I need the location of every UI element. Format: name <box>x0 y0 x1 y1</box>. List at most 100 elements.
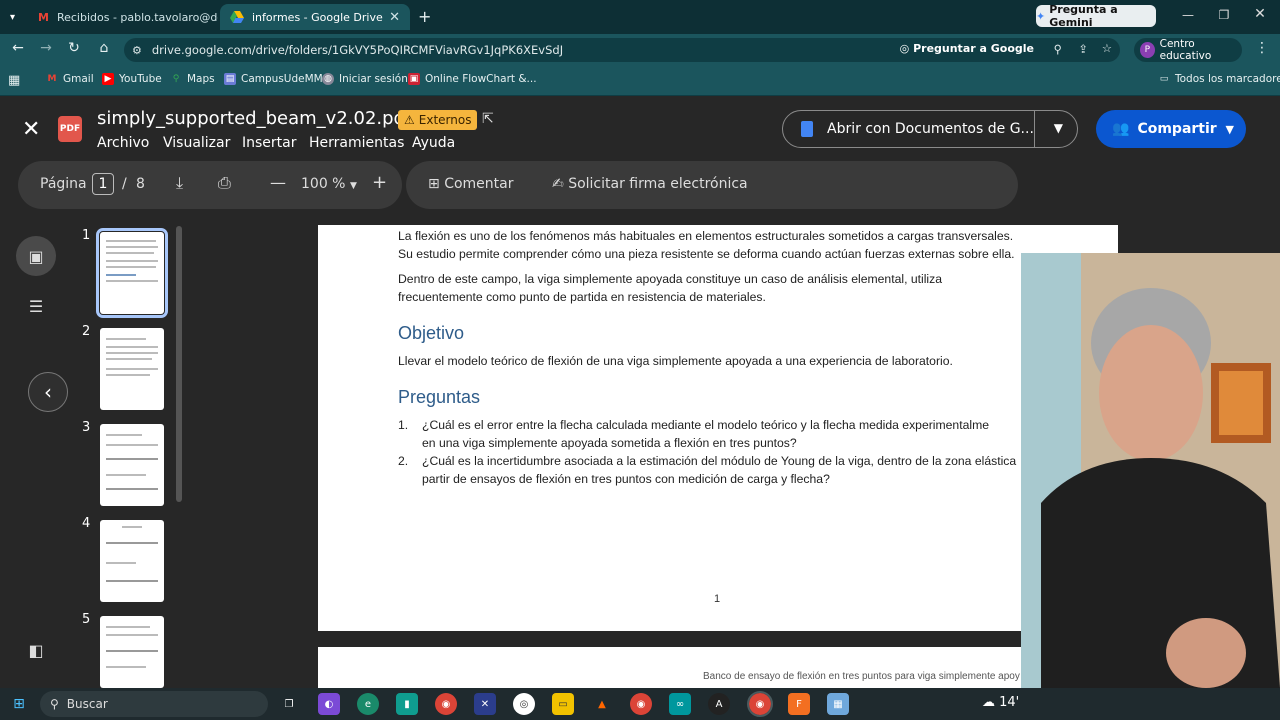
back-arrow-icon[interactable]: ← <box>8 40 28 56</box>
close-viewer-icon[interactable]: ✕ <box>22 117 40 142</box>
chrome-icon[interactable]: ◉ <box>435 693 457 715</box>
new-tab-button[interactable]: + <box>418 7 431 26</box>
restore-icon[interactable]: ❐ <box>1214 8 1234 22</box>
toggle-sidebar-icon[interactable]: ◧ <box>16 630 56 670</box>
bookmark-youtube[interactable]: ▶ YouTube <box>102 73 162 85</box>
bookmark-login[interactable]: ◍ Iniciar sesión <box>322 73 408 85</box>
install-icon[interactable]: ⇪ <box>1078 42 1088 56</box>
thumb-number: 1 <box>82 228 91 243</box>
tab-gmail[interactable]: M Recibidos - pablo.tavolaro@do ✕ <box>28 4 218 30</box>
pdf-page-1: La flexión es uno de los fenómenos más h… <box>318 225 1118 631</box>
menu-ayuda[interactable]: Ayuda <box>412 135 455 151</box>
all-bookmarks[interactable]: ▭ Todos los marcadores <box>1158 73 1280 85</box>
tab-label: informes - Google Drive <box>252 10 383 24</box>
address-bar[interactable]: ⚙ drive.google.com/drive/folders/1GkVY5P… <box>124 38 1120 62</box>
outline-view-icon[interactable]: ☰ <box>16 286 56 326</box>
chrome-icon[interactable]: ◉ <box>747 691 773 717</box>
paragraph-line: La flexión es uno de los fenómenos más h… <box>398 229 1014 243</box>
thumbnail-scrollbar[interactable] <box>176 226 182 502</box>
bookmark-gmail[interactable]: M Gmail <box>46 73 94 85</box>
page-header-text: Banco de ensayo de flexión en tres punto… <box>703 671 1020 682</box>
weather-widget[interactable]: ☁ 14' <box>982 695 1019 710</box>
menu-archivo[interactable]: Archivo <box>97 135 149 151</box>
app-icon[interactable]: ▦ <box>827 693 849 715</box>
print-icon[interactable]: ⎙ <box>218 173 231 193</box>
edge-icon[interactable]: e <box>357 693 379 715</box>
page-separator: / <box>122 176 127 192</box>
gemini-button[interactable]: ✦ Pregunta a Gemini <box>1036 3 1156 29</box>
page-thumbnail-4[interactable] <box>100 520 164 602</box>
comment-button[interactable]: ⊞ Comentar <box>428 176 513 192</box>
file-explorer-icon[interactable]: ▭ <box>552 693 574 715</box>
thumbnails-view-icon[interactable]: ▣ <box>16 236 56 276</box>
menu-insertar[interactable]: Insertar <box>242 135 297 151</box>
bookmark-star-icon[interactable]: ☆ <box>1102 41 1112 55</box>
docs-icon <box>801 121 813 137</box>
chrome-icon[interactable]: ◉ <box>630 693 652 715</box>
gmail-icon: M <box>47 74 57 84</box>
bookmark-flowchart[interactable]: ▣ Online FlowChart &... <box>408 73 537 85</box>
maps-pin-icon: ⚲ <box>172 74 180 84</box>
home-icon[interactable]: ⌂ <box>94 40 114 56</box>
chevron-down-icon[interactable]: ▼ <box>1226 123 1234 136</box>
apps-grid-icon[interactable]: ▦ <box>8 73 20 88</box>
app-icon[interactable]: ◎ <box>513 693 535 715</box>
lens-icon: ◎ <box>899 42 914 55</box>
bookmark-campus[interactable]: ▤ CampusUdeMM <box>224 73 323 85</box>
kebab-menu-icon[interactable]: ⋮ <box>1252 40 1272 56</box>
close-tab-icon[interactable]: ✕ <box>389 10 400 25</box>
close-window-icon[interactable]: ✕ <box>1250 6 1270 22</box>
forward-arrow-icon[interactable]: → <box>36 40 56 56</box>
list-item: 2. ¿Cuál es la incertidumbre asociada a l… <box>398 454 1017 486</box>
paragraph-line: Su estudio permite comprender cómo una p… <box>398 247 1015 261</box>
search-icon: ⚲ <box>50 697 59 711</box>
site-info-icon[interactable]: ⚙ <box>132 44 142 57</box>
page-thumbnail-1[interactable] <box>96 228 168 318</box>
download-icon[interactable]: ⤓ <box>176 173 183 193</box>
menu-herramientas[interactable]: Herramientas <box>309 135 404 151</box>
app-icon[interactable]: ✕ <box>474 693 496 715</box>
url-text: drive.google.com/drive/folders/1GkVY5PoQ… <box>151 43 564 57</box>
pdf-file-icon: PDF <box>58 116 82 142</box>
menu-visualizar[interactable]: Visualizar <box>163 135 230 151</box>
previous-file-button[interactable]: ‹ <box>28 372 68 412</box>
gmail-icon: M <box>38 10 49 24</box>
minimize-icon[interactable]: — <box>1178 8 1198 22</box>
task-view-icon[interactable]: ❐ <box>278 693 300 715</box>
reload-icon[interactable]: ↻ <box>64 40 84 56</box>
globe-icon: ◍ <box>322 73 334 85</box>
tab-search-icon[interactable]: ▾ <box>0 4 24 30</box>
heading-objetivo: Objetivo <box>398 323 465 343</box>
chevron-down-icon[interactable]: ▼ <box>1054 121 1063 135</box>
page-thumbnail-2[interactable] <box>100 328 164 410</box>
ask-google-button[interactable]: ◎ Preguntar a Google <box>900 42 1034 55</box>
tab-drive[interactable]: informes - Google Drive ✕ <box>220 4 410 30</box>
thumb-number: 2 <box>82 324 91 339</box>
profile-chip[interactable]: P Centro educativo <box>1134 38 1242 62</box>
open-with-docs-button[interactable]: Abrir con Documentos de G... ▼ <box>782 110 1078 148</box>
file-name: simply_supported_beam_v2.02.pdf <box>97 108 412 129</box>
request-signature-button[interactable]: ✍ Solicitar firma electrónica <box>552 176 748 192</box>
page-thumbnail-5[interactable] <box>100 616 164 688</box>
zoom-level[interactable]: 100 % ▼ <box>301 176 357 192</box>
zoom-icon[interactable]: ⚲ <box>1054 42 1062 56</box>
vlc-icon[interactable]: ▲ <box>591 693 613 715</box>
arduino-icon[interactable]: ∞ <box>669 693 691 715</box>
app-icon[interactable]: ▮ <box>396 693 418 715</box>
windows-start-icon[interactable]: ⊞ <box>8 693 30 715</box>
webcam-overlay <box>1021 253 1280 688</box>
bookmark-maps[interactable]: ⚲ Maps <box>170 73 215 85</box>
app-icon[interactable]: F <box>788 693 810 715</box>
thumb-number: 3 <box>82 420 91 435</box>
avatar: P <box>1140 42 1155 58</box>
zoom-out-icon[interactable]: — <box>270 173 286 192</box>
page-number-input[interactable]: 1 <box>92 173 114 195</box>
list-item: 1. ¿Cuál es el error entre la flecha calc… <box>398 418 990 450</box>
zoom-in-icon[interactable]: + <box>372 172 387 193</box>
copilot-icon[interactable]: ◐ <box>318 693 340 715</box>
taskbar-search[interactable]: ⚲ Buscar <box>40 691 268 717</box>
move-folder-icon[interactable]: ⇱ <box>482 111 494 127</box>
page-thumbnail-3[interactable] <box>100 424 164 506</box>
share-button[interactable]: 👥 Compartir ▼ <box>1096 110 1246 148</box>
app-icon[interactable]: A <box>708 693 730 715</box>
